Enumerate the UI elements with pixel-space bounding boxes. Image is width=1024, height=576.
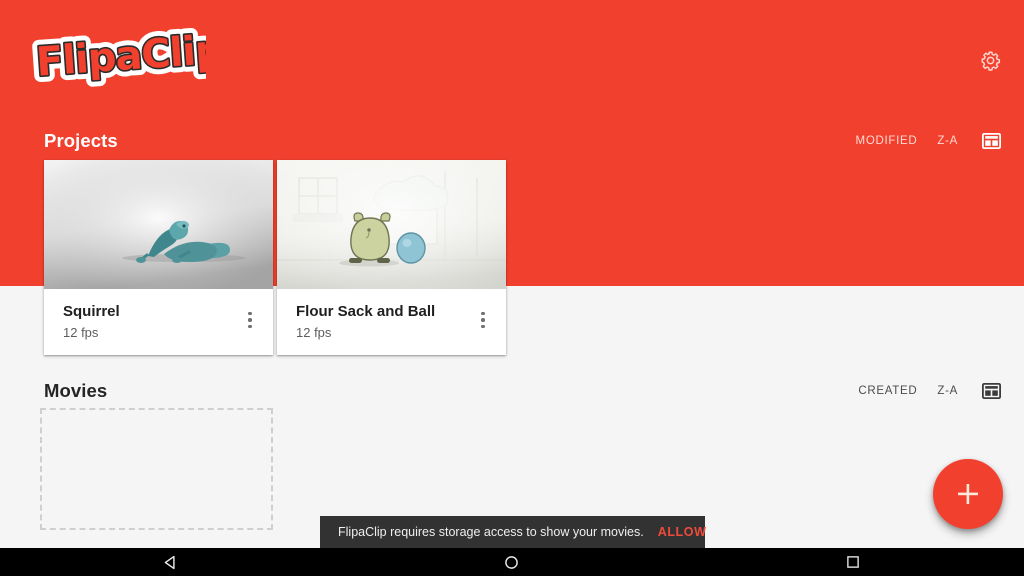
home-circle-icon <box>505 555 519 569</box>
gear-icon <box>981 51 1000 71</box>
projects-title: Projects <box>44 130 118 151</box>
android-navigation-bar <box>0 548 1024 576</box>
project-card[interactable]: Flour Sack and Ball 12 fps <box>277 160 506 355</box>
project-card[interactable]: Squirrel 12 fps <box>44 160 273 355</box>
movies-section-header: Movies CREATED Z-A <box>0 374 1024 408</box>
movies-title: Movies <box>44 380 108 401</box>
project-card-overflow-button[interactable] <box>470 305 496 335</box>
plus-icon <box>958 484 978 504</box>
project-card-fps: 12 fps <box>63 325 99 340</box>
more-vertical-icon <box>248 324 252 329</box>
storage-permission-snackbar: FlipaClip requires storage access to sho… <box>320 516 707 548</box>
projects-view-toggle-button[interactable] <box>976 126 1006 156</box>
nav-back-button[interactable] <box>0 548 341 576</box>
logo-fill: FlipaClip <box>35 27 206 86</box>
projects-sort-field-button[interactable]: MODIFIED <box>846 129 928 153</box>
project-card-body: Flour Sack and Ball 12 fps <box>277 289 506 355</box>
squirrel-thumbnail-image <box>44 160 273 289</box>
squirrel-thumbnail[interactable] <box>44 160 273 289</box>
nav-home-button[interactable] <box>341 548 682 576</box>
projects-sort-order-button[interactable]: Z-A <box>927 129 968 153</box>
projects-card-list: Squirrel 12 fps Flour Sack and Ball 12 f… <box>44 160 506 355</box>
projects-section-header: Projects MODIFIED Z-A <box>0 124 1024 158</box>
movies-view-toggle-button[interactable] <box>976 376 1006 406</box>
nav-recents-button[interactable] <box>683 548 1024 576</box>
flipaclip-logo-icon: FlipaClip FlipaClip FlipaClip <box>30 22 206 92</box>
flour-sack-thumbnail-image <box>277 160 506 289</box>
project-card-fps: 12 fps <box>296 325 332 340</box>
project-card-title: Squirrel <box>63 303 120 320</box>
project-card-body: Squirrel 12 fps <box>44 289 273 355</box>
movies-section-tools: CREATED Z-A <box>848 376 1006 406</box>
empty-movies-placeholder <box>40 408 273 530</box>
grid-view-icon <box>981 133 1001 149</box>
snackbar-message: FlipaClip requires storage access to sho… <box>338 525 644 539</box>
more-vertical-icon <box>481 311 485 316</box>
settings-button[interactable] <box>970 40 1010 80</box>
more-vertical-icon <box>481 324 485 329</box>
movies-sort-field-button[interactable]: CREATED <box>848 379 927 403</box>
recents-square-icon <box>847 556 860 568</box>
project-card-title: Flour Sack and Ball <box>296 303 436 320</box>
create-project-fab[interactable] <box>933 459 1003 529</box>
grid-view-icon <box>981 383 1001 399</box>
more-vertical-icon <box>248 318 252 322</box>
snackbar-allow-button[interactable]: ALLOW <box>644 525 707 539</box>
flipaclip-app-screen: FlipaClip FlipaClip FlipaClip Projects M… <box>0 0 1024 576</box>
flipaclip-logo: FlipaClip FlipaClip FlipaClip <box>30 22 206 92</box>
flour-sack-thumbnail[interactable] <box>277 160 506 289</box>
project-card-overflow-button[interactable] <box>237 305 263 335</box>
movies-sort-order-button[interactable]: Z-A <box>927 379 968 403</box>
more-vertical-icon <box>481 318 485 322</box>
projects-section-tools: MODIFIED Z-A <box>846 126 1006 156</box>
back-triangle-icon <box>164 555 175 569</box>
more-vertical-icon <box>248 311 252 316</box>
